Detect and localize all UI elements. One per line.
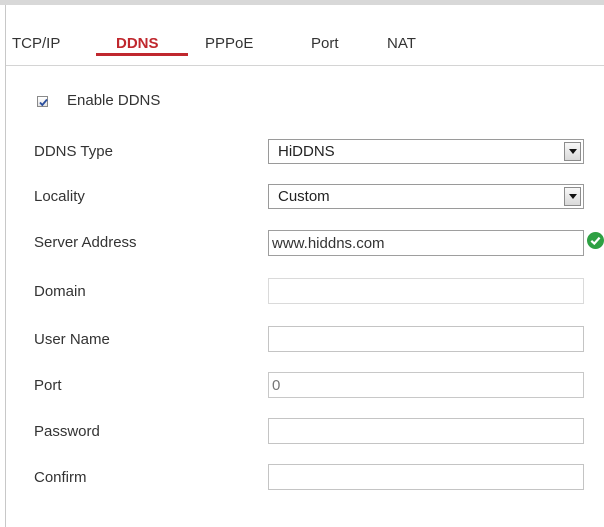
ddns-type-select[interactable]: HiDDNS (268, 139, 584, 164)
user-name-input[interactable] (268, 326, 584, 352)
chevron-down-icon (569, 149, 577, 154)
locality-label: Locality (34, 188, 85, 205)
enable-ddns-label: Enable DDNS (67, 92, 161, 109)
locality-dropdown-button[interactable] (564, 187, 581, 206)
ddns-type-value: HiDDNS (278, 143, 335, 160)
tab-nat[interactable]: NAT (387, 35, 416, 52)
tab-ddns[interactable]: DDNS (116, 35, 159, 52)
ddns-type-label: DDNS Type (34, 143, 113, 160)
chevron-down-icon (569, 194, 577, 199)
port-label: Port (34, 377, 62, 394)
checkmark-icon (39, 98, 48, 107)
locality-select[interactable]: Custom (268, 184, 584, 209)
confirm-label: Confirm (34, 469, 87, 486)
enable-ddns-checkbox[interactable] (37, 96, 48, 107)
user-name-label: User Name (34, 331, 110, 348)
tab-tcp-ip[interactable]: TCP/IP (12, 35, 60, 52)
active-tab-indicator (96, 53, 188, 56)
confirm-password-input[interactable] (268, 464, 584, 490)
locality-value: Custom (278, 188, 330, 205)
server-address-input[interactable] (268, 230, 584, 256)
ddns-type-dropdown-button[interactable] (564, 142, 581, 161)
window-left-border (5, 5, 6, 527)
password-label: Password (34, 423, 100, 440)
tab-bar: TCP/IP DDNS PPPoE Port NAT (6, 5, 604, 66)
tab-pppoe[interactable]: PPPoE (205, 35, 253, 52)
port-input (268, 372, 584, 398)
server-address-label: Server Address (34, 234, 137, 251)
domain-label: Domain (34, 283, 86, 300)
check-circle-icon (587, 232, 604, 249)
tab-port[interactable]: Port (311, 35, 339, 52)
password-input[interactable] (268, 418, 584, 444)
domain-input[interactable] (268, 278, 584, 304)
